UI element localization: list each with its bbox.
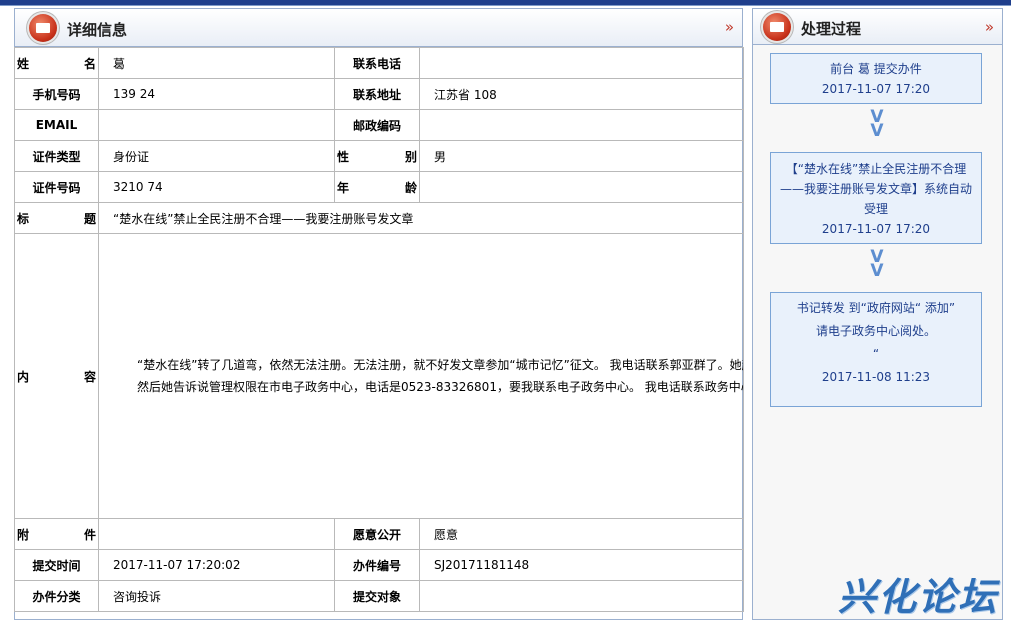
case-no-value: SJ20171181148 (419, 549, 744, 581)
process-step-3: 书记转发 到“政府网站“ 添加” 请电子政务中心阅处。 “ 2017-11-08… (770, 292, 982, 407)
phone-label: 联系电话 (334, 47, 420, 79)
site-watermark-logo: 兴化论坛 (838, 575, 999, 619)
submit-time-value: 2017-11-07 17:20:02 (98, 549, 335, 581)
details-panel: 详细信息 » 姓名 葛 联系电话 手机号码 139 24 联系地址 江苏省 10… (14, 8, 744, 620)
idtype-value: 身份证 (98, 140, 335, 172)
table-row: 姓名 葛 联系电话 (14, 47, 744, 79)
table-row: 证件号码 3210 74 年龄 (14, 171, 744, 203)
attach-label: 附件 (14, 518, 99, 550)
mail-icon (29, 14, 57, 42)
category-label: 办件分类 (14, 580, 99, 612)
attach-value[interactable] (98, 518, 335, 550)
category-value: 咨询投诉 (98, 580, 335, 612)
mobile-value: 139 24 (98, 78, 335, 110)
public-label: 愿意公开 (334, 518, 420, 550)
subject-label: 标题 (14, 202, 99, 234)
table-row: 手机号码 139 24 联系地址 江苏省 108 (14, 78, 744, 110)
address-label: 联系地址 (334, 78, 420, 110)
age-label: 年龄 (334, 171, 420, 203)
email-label: EMAIL (14, 109, 99, 141)
step-text: 【“楚水在线”禁止全民注册不合理——我要注册账号发文章】系统自动受理 (779, 162, 972, 216)
arrow-down-icon: VV (870, 107, 884, 141)
process-step-2: 【“楚水在线”禁止全民注册不合理——我要注册账号发文章】系统自动受理 2017-… (770, 152, 982, 244)
phone-value (419, 47, 744, 79)
top-divider (0, 5, 1011, 6)
address-value: 江苏省 108 (419, 78, 744, 110)
content-value: “楚水在线”转了几道弯，依然无法注册。无法注册，就不好发文章参加“城市记忆”征文… (98, 233, 744, 519)
details-title: 详细信息 (67, 21, 128, 39)
target-value (419, 580, 744, 612)
target-label: 提交对象 (334, 580, 420, 612)
table-row: 内容 “楚水在线”转了几道弯，依然无法注册。无法注册，就不好发文章参加“城市记忆… (14, 233, 744, 519)
table-row: 附件 愿意公开 愿意 (14, 518, 744, 550)
public-value: 愿意 (419, 518, 744, 550)
step-time: 2017-11-08 11:23 (821, 370, 931, 384)
details-table: 姓名 葛 联系电话 手机号码 139 24 联系地址 江苏省 108 EMAIL… (14, 47, 744, 612)
arrow-down-icon: VV (870, 247, 884, 281)
idnum-value: 3210 74 (98, 171, 335, 203)
idtype-label: 证件类型 (14, 140, 99, 172)
details-panel-header: 详细信息 » (15, 9, 742, 47)
gender-value: 男 (419, 140, 744, 172)
step-text: 书记转发 到“政府网站“ 添加” (796, 301, 956, 315)
submit-time-label: 提交时间 (14, 549, 99, 581)
process-panel: 处理过程 » 前台 葛 提交办件 2017-11-07 17:20 VV 【“楚… (752, 8, 1003, 620)
content-label: 内容 (14, 233, 99, 519)
case-no-label: 办件编号 (334, 549, 420, 581)
step-time: 2017-11-07 17:20 (821, 82, 931, 96)
table-row: 证件类型 身份证 性别 男 (14, 140, 744, 172)
process-title: 处理过程 (801, 20, 862, 38)
content-paragraph: 然后她告诉说管理权限在市电子政务中心，电话是0523-83326801，要我联系… (137, 380, 744, 394)
name-value: 葛 (98, 47, 335, 79)
collapse-arrows-icon[interactable]: » (725, 18, 734, 36)
step-text: 前台 葛 提交办件 (830, 62, 922, 76)
mail-icon (763, 13, 791, 41)
email-value (98, 109, 335, 141)
table-row: 办件分类 咨询投诉 提交对象 (14, 580, 744, 612)
table-row: 标题 “楚水在线”禁止全民注册不合理——我要注册账号发文章 (14, 202, 744, 234)
mobile-label: 手机号码 (14, 78, 99, 110)
content-paragraph: “楚水在线”转了几道弯，依然无法注册。无法注册，就不好发文章参加“城市记忆”征文… (137, 357, 744, 372)
process-panel-header: 处理过程 » (753, 9, 1002, 45)
zip-value (419, 109, 744, 141)
zip-label: 邮政编码 (334, 109, 420, 141)
table-row: EMAIL 邮政编码 (14, 109, 744, 141)
collapse-arrows-icon[interactable]: » (985, 18, 994, 36)
step-text: 请电子政务中心阅处。 (815, 324, 936, 338)
subject-value: “楚水在线”禁止全民注册不合理——我要注册账号发文章 (98, 202, 744, 234)
name-label: 姓名 (14, 47, 99, 79)
process-step-1: 前台 葛 提交办件 2017-11-07 17:20 (770, 53, 982, 104)
step-time: 2017-11-07 17:20 (821, 222, 931, 236)
age-value (419, 171, 744, 203)
table-row: 提交时间 2017-11-07 17:20:02 办件编号 SJ20171181… (14, 549, 744, 581)
step-text: “ (872, 347, 880, 361)
idnum-label: 证件号码 (14, 171, 99, 203)
gender-label: 性别 (334, 140, 420, 172)
